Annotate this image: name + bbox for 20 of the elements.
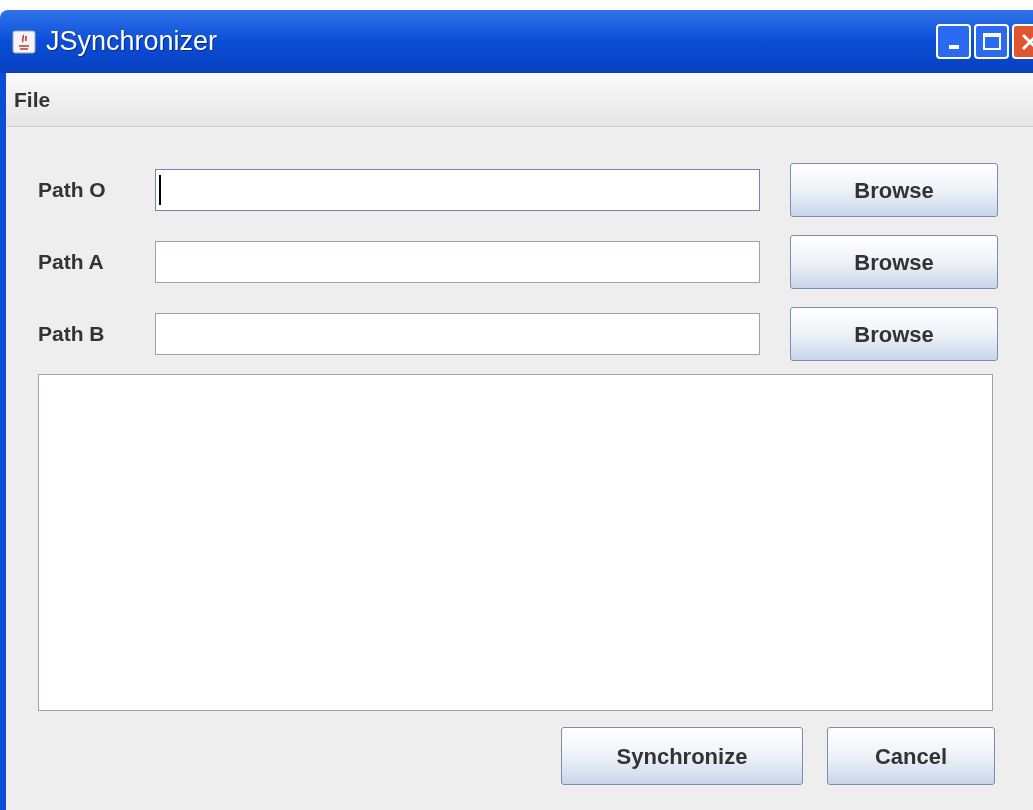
minimize-icon <box>948 45 959 49</box>
window-title: JSynchronizer <box>46 25 218 59</box>
path-field[interactable] <box>155 313 760 355</box>
minimize-button[interactable] <box>936 24 971 59</box>
path-field[interactable] <box>155 169 760 211</box>
maximize-icon <box>982 33 1001 50</box>
path-label: Path B <box>38 321 106 348</box>
action-button[interactable]: Synchronize <box>561 727 803 785</box>
action-button[interactable]: Cancel <box>827 727 995 785</box>
browse-button[interactable]: Browse <box>790 163 998 217</box>
menu-item[interactable]: File <box>12 83 53 116</box>
path-field[interactable] <box>155 241 760 283</box>
browse-button[interactable]: Browse <box>790 235 998 289</box>
path-label: Path O <box>38 177 107 204</box>
close-icon <box>1020 32 1033 51</box>
maximize-button[interactable] <box>974 24 1009 59</box>
path-label: Path A <box>38 249 105 276</box>
browse-button[interactable]: Browse <box>790 307 998 361</box>
text-caret <box>159 175 161 205</box>
app-icon <box>12 29 36 54</box>
